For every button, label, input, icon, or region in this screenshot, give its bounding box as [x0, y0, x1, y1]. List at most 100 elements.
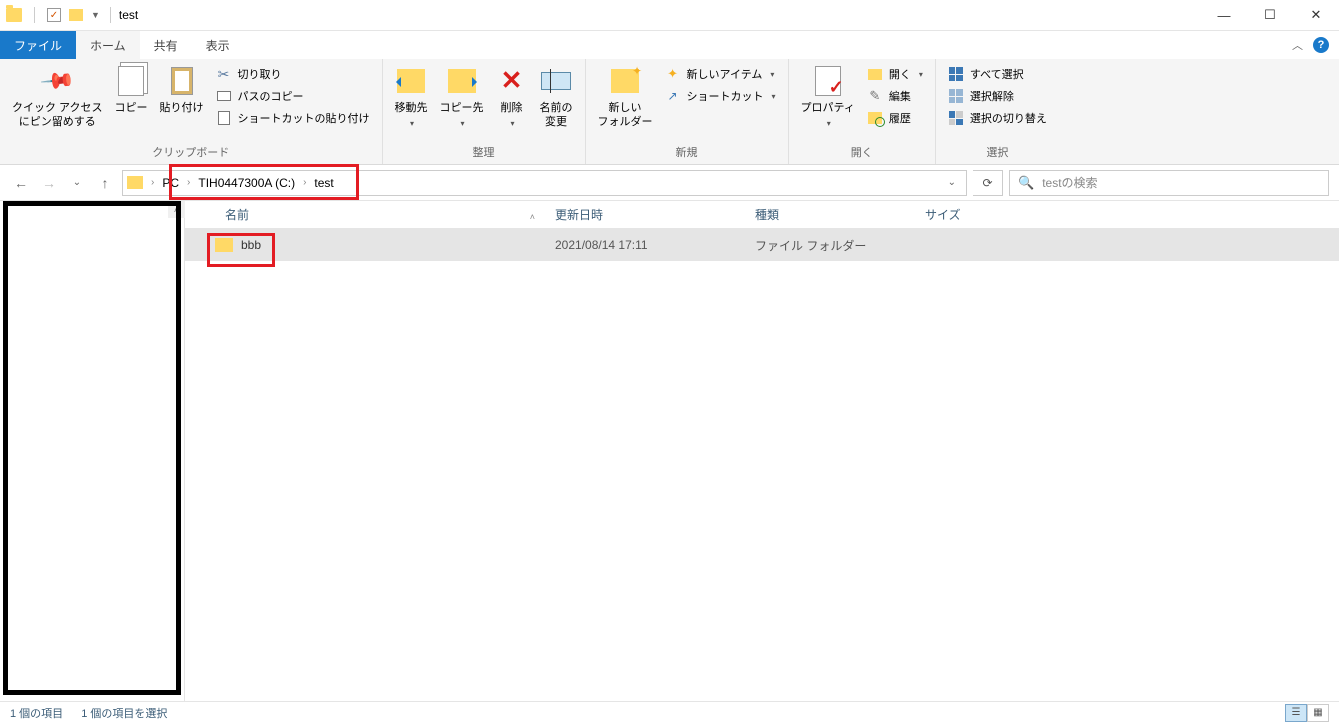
file-list: 名前˄ 更新日時 種類 サイズ bbb 2021/08/14 17:11 ファイ… [185, 201, 1339, 701]
search-icon: 🔍 [1018, 175, 1034, 191]
copy-path-icon [216, 88, 232, 104]
column-headers: 名前˄ 更新日時 種類 サイズ [185, 201, 1339, 229]
rename-icon [541, 72, 571, 90]
nav-up-button[interactable]: ↑ [94, 172, 116, 194]
refresh-button[interactable]: ⟳ [973, 170, 1003, 196]
delete-icon: ✕ [501, 64, 523, 98]
sort-indicator-icon: ˄ [530, 212, 535, 222]
group-label-clipboard: クリップボード [0, 142, 382, 164]
status-item-count: 1 個の項目 [10, 705, 63, 721]
group-label-select: 選択 [936, 142, 1059, 164]
select-none-button[interactable]: 選択解除 [942, 87, 1053, 105]
qat-separator [34, 7, 35, 23]
help-icon[interactable]: ? [1313, 37, 1329, 53]
history-button[interactable]: 履歴 [861, 109, 929, 127]
file-date: 2021/08/14 17:11 [545, 238, 745, 252]
group-clipboard: 📌 クイック アクセス にピン留めする コピー 貼り付け ✂切り取り パスのコピ… [0, 59, 383, 164]
group-label-open: 開く [789, 142, 935, 164]
breadcrumb-drive[interactable]: TIH0447300A (C:) [194, 176, 299, 190]
nav-back-button[interactable]: ← [10, 172, 32, 194]
properties-button[interactable]: プロパティ▾ [795, 63, 861, 132]
column-size[interactable]: サイズ [915, 206, 1045, 223]
history-icon [867, 110, 883, 126]
paste-shortcut-icon [216, 110, 232, 126]
title-bar: ✓ ▼ test — ☐ ✕ [0, 0, 1339, 31]
paste-icon [171, 67, 193, 95]
file-row[interactable]: bbb 2021/08/14 17:11 ファイル フォルダー [185, 229, 1339, 261]
group-open: プロパティ▾ 開く▾ ✎編集 履歴 開く [789, 59, 936, 164]
annotation-highlight-sidebar [3, 201, 181, 695]
view-details-button[interactable]: ☰ [1285, 704, 1307, 722]
select-all-button[interactable]: すべて選択 [942, 65, 1053, 83]
title-separator [110, 7, 111, 23]
copy-path-button[interactable]: パスのコピー [210, 87, 376, 105]
nav-pane[interactable]: ˄ [0, 201, 185, 701]
invert-selection-button[interactable]: 選択の切り替え [942, 109, 1053, 127]
new-item-button[interactable]: ✦新しいアイテム▾ [659, 65, 782, 83]
address-folder-icon [127, 176, 143, 189]
column-date[interactable]: 更新日時 [545, 206, 745, 223]
search-placeholder: testの検索 [1042, 174, 1097, 191]
column-name[interactable]: 名前˄ [185, 206, 545, 223]
group-select: すべて選択 選択解除 選択の切り替え 選択 [936, 59, 1059, 164]
tab-home[interactable]: ホーム [76, 31, 140, 59]
open-icon [867, 66, 883, 82]
select-none-icon [948, 88, 964, 104]
tab-share[interactable]: 共有 [140, 31, 192, 59]
cut-button[interactable]: ✂切り取り [210, 65, 376, 83]
shortcut-icon: ↗ [665, 88, 681, 104]
chevron-right-icon[interactable]: › [149, 177, 156, 188]
view-icons-button[interactable]: ▦ [1307, 704, 1329, 722]
file-type: ファイル フォルダー [745, 237, 915, 254]
address-bar[interactable]: › PC › TIH0447300A (C:) › test ⌄ [122, 170, 967, 196]
ribbon-tabs: ファイル ホーム 共有 表示 ︿ ? [0, 31, 1339, 59]
open-button[interactable]: 開く▾ [861, 65, 929, 83]
paste-shortcut-button[interactable]: ショートカットの貼り付け [210, 109, 376, 127]
qat-properties-icon[interactable]: ✓ [47, 8, 61, 22]
app-folder-icon [6, 8, 22, 22]
delete-button[interactable]: ✕ 削除▾ [490, 63, 534, 132]
chevron-right-icon[interactable]: › [185, 177, 192, 188]
edit-icon: ✎ [867, 88, 883, 104]
paste-button[interactable]: 貼り付け [154, 63, 210, 117]
maximize-button[interactable]: ☐ [1247, 0, 1293, 31]
move-to-icon [397, 69, 425, 93]
invert-selection-icon [948, 110, 964, 126]
move-to-button[interactable]: 移動先▾ [389, 63, 434, 132]
cut-icon: ✂ [216, 66, 232, 82]
breadcrumb-folder[interactable]: test [310, 176, 337, 190]
status-selected-count: 1 個の項目を選択 [81, 705, 167, 721]
breadcrumb-pc[interactable]: PC [158, 176, 183, 190]
minimize-button[interactable]: — [1201, 0, 1247, 31]
address-dropdown-icon[interactable]: ⌄ [942, 177, 962, 188]
pin-quickaccess-button[interactable]: 📌 クイック アクセス にピン留めする [6, 63, 109, 132]
search-box[interactable]: 🔍 testの検索 [1009, 170, 1329, 196]
ribbon-collapse-icon[interactable]: ︿ [1292, 37, 1303, 53]
tab-file[interactable]: ファイル [0, 31, 76, 59]
qat-newfolder-icon[interactable] [69, 9, 83, 21]
close-button[interactable]: ✕ [1293, 0, 1339, 31]
properties-icon [815, 66, 841, 96]
tab-view[interactable]: 表示 [192, 31, 244, 59]
status-bar: 1 個の項目 1 個の項目を選択 ☰ ▦ [0, 701, 1339, 723]
group-label-new: 新規 [586, 142, 788, 164]
copy-to-button[interactable]: コピー先▾ [434, 63, 490, 132]
copy-icon [118, 66, 144, 96]
chevron-right-icon[interactable]: › [301, 177, 308, 188]
copy-button[interactable]: コピー [109, 63, 154, 117]
select-all-icon [948, 66, 964, 82]
new-folder-icon [611, 69, 639, 93]
nav-recent-dropdown[interactable]: ⌄ [66, 172, 88, 194]
new-folder-button[interactable]: 新しい フォルダー [592, 63, 659, 132]
ribbon: 📌 クイック アクセス にピン留めする コピー 貼り付け ✂切り取り パスのコピ… [0, 59, 1339, 165]
pin-icon: 📌 [38, 61, 77, 101]
new-shortcut-button[interactable]: ↗ショートカット▾ [659, 87, 782, 105]
copy-to-icon [448, 69, 476, 93]
nav-forward-button[interactable]: → [38, 172, 60, 194]
column-type[interactable]: 種類 [745, 206, 915, 223]
window-title: test [115, 8, 138, 22]
qat-dropdown-icon[interactable]: ▼ [91, 10, 100, 20]
edit-button[interactable]: ✎編集 [861, 87, 929, 105]
content-area: ˄ 名前˄ 更新日時 種類 サイズ bbb 2021/08/14 17:11 フ… [0, 201, 1339, 701]
rename-button[interactable]: 名前の 変更 [534, 63, 579, 132]
